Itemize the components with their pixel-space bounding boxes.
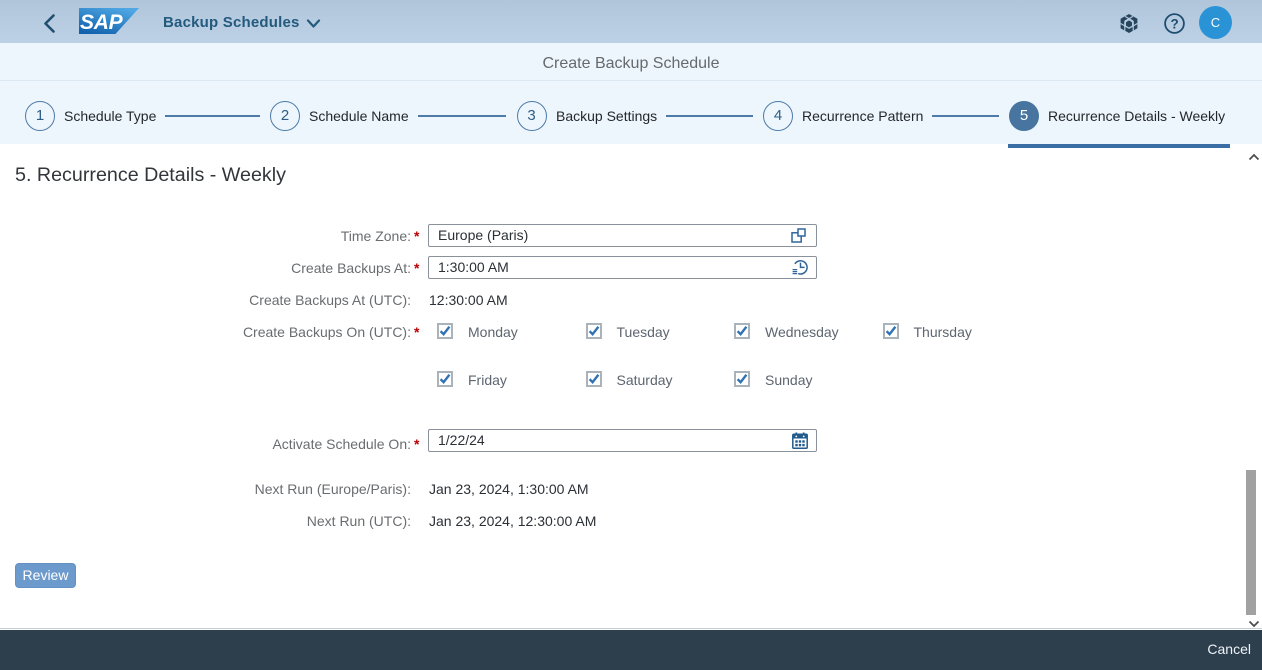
svg-text:?: ? bbox=[1170, 17, 1178, 32]
svg-text:SAP: SAP bbox=[80, 11, 124, 34]
